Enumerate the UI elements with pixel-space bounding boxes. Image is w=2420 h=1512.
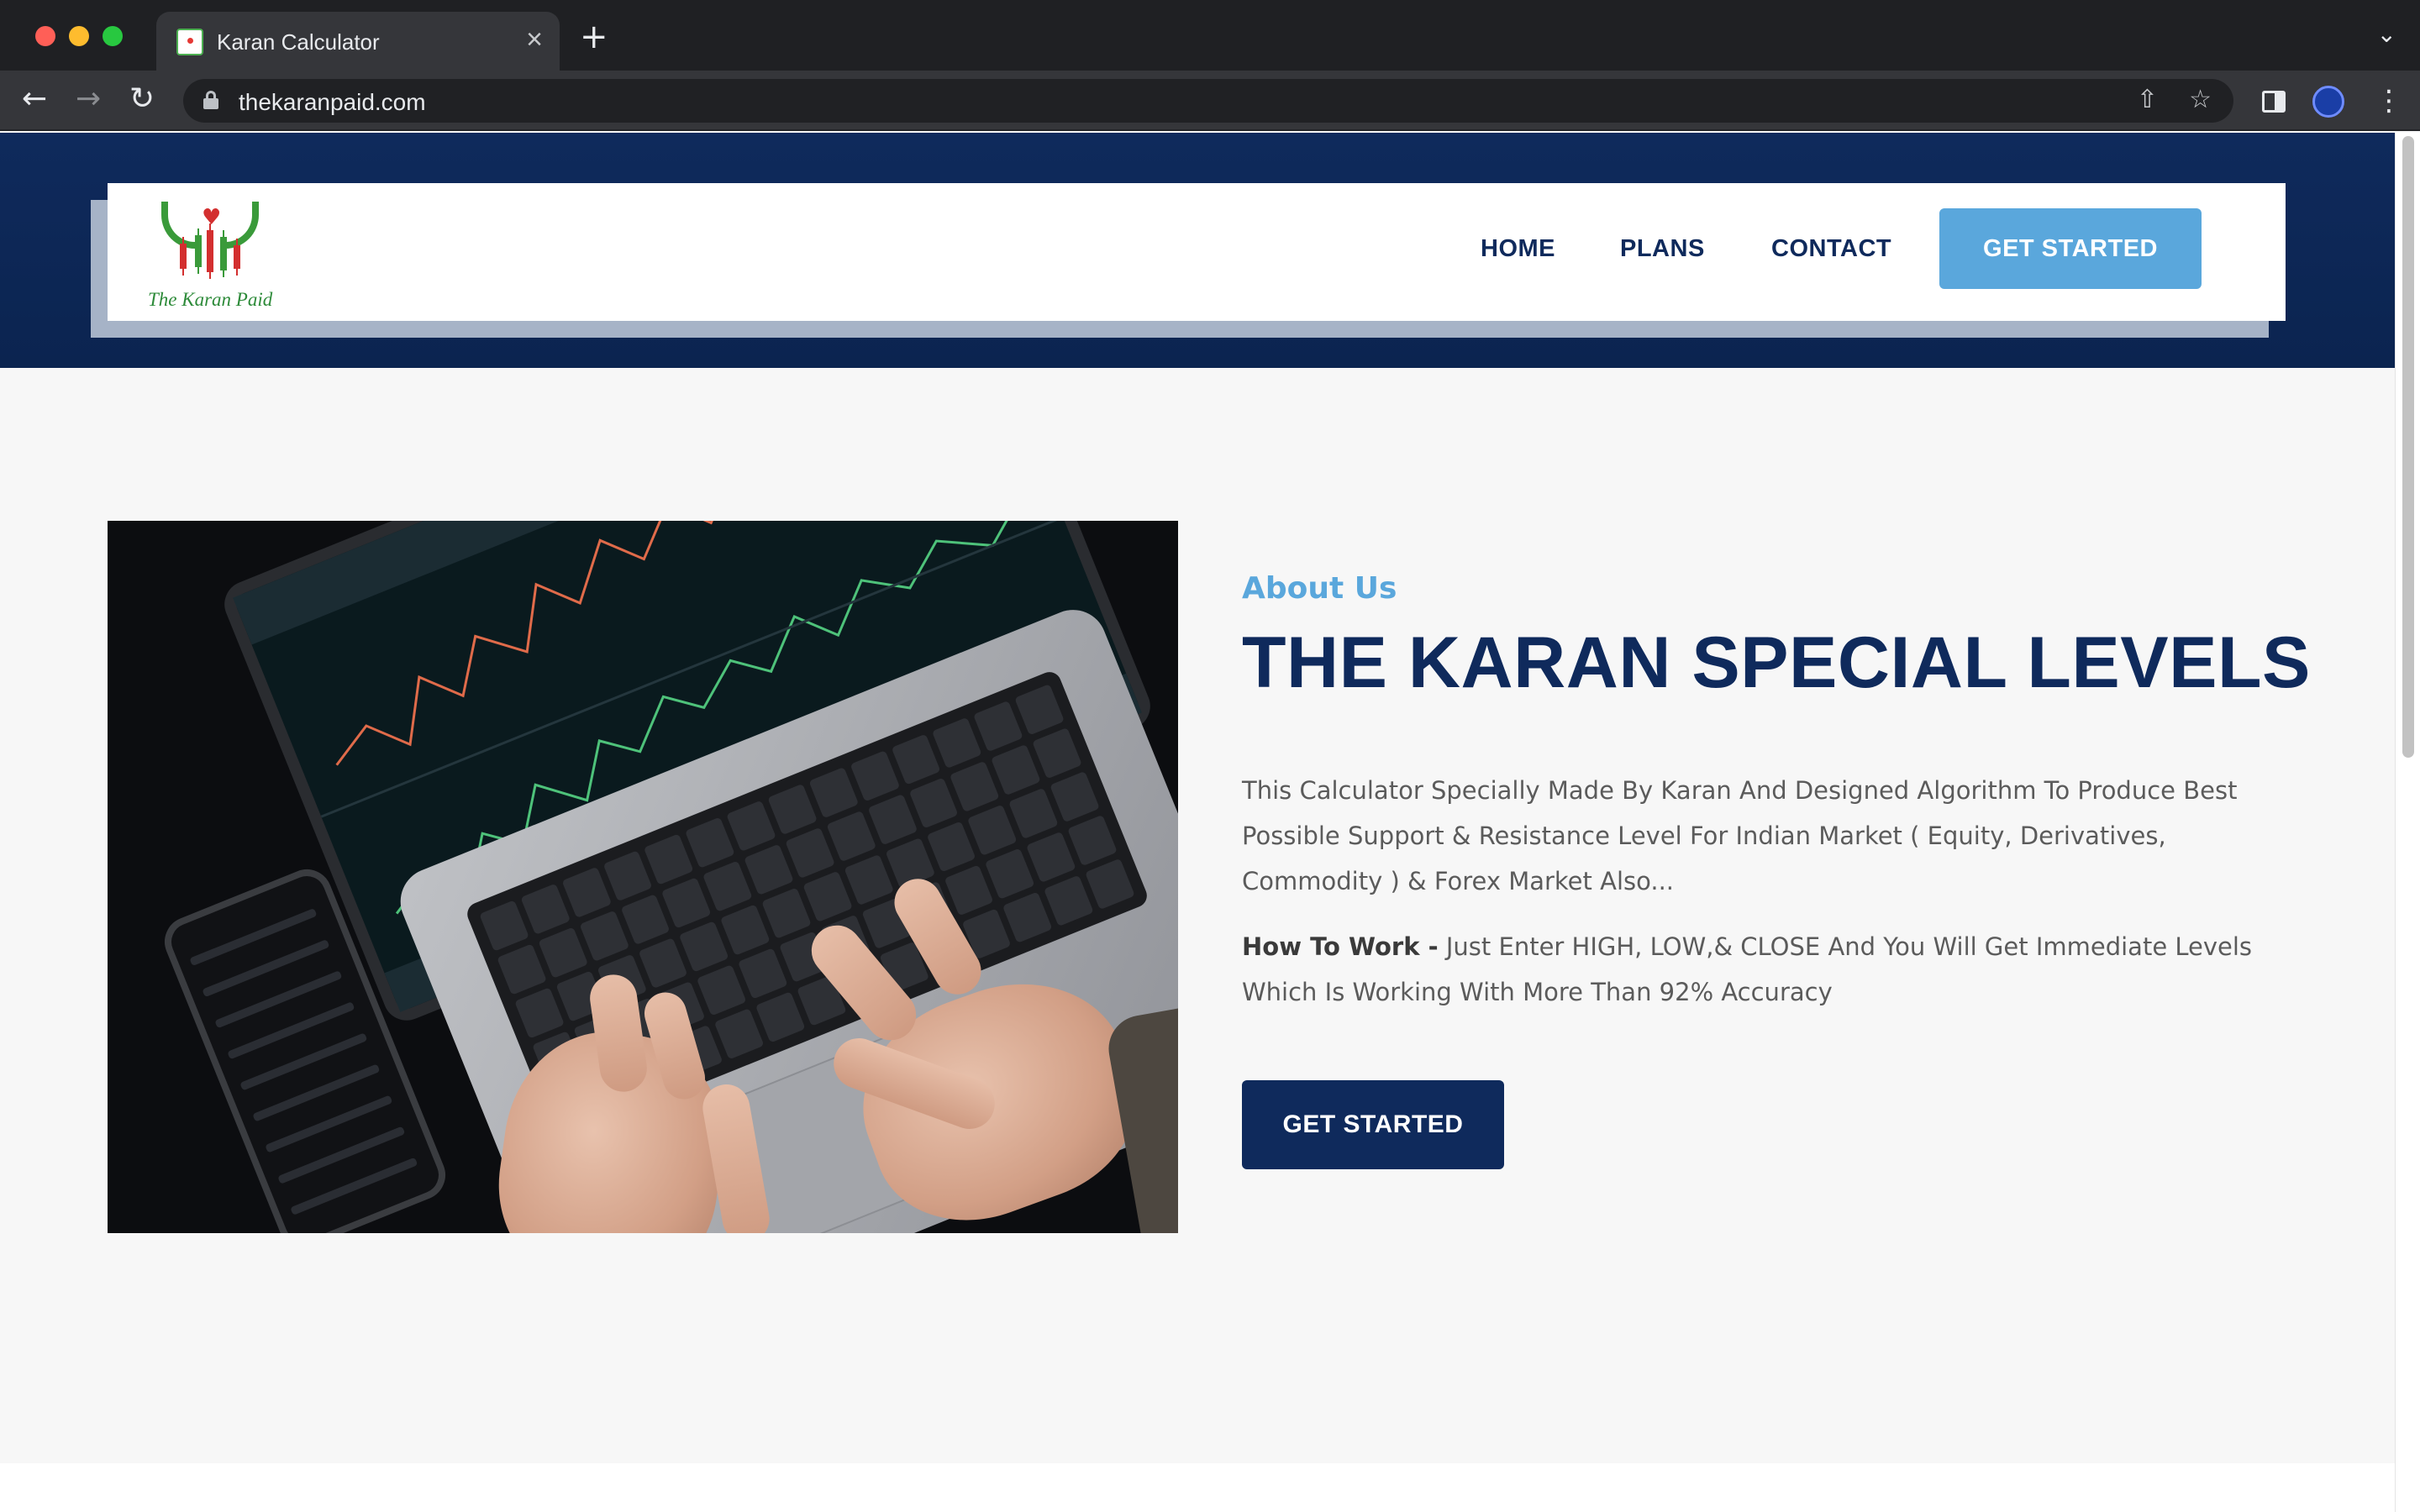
address-bar[interactable]: thekaranpaid.com ⇧ ☆ <box>183 79 2233 123</box>
next-section-edge <box>0 1463 2395 1512</box>
browser-tabstrip: Karan Calculator × + ⌄ <box>0 0 2420 71</box>
reload-icon[interactable]: ↻ <box>129 84 155 114</box>
favicon-icon <box>176 29 203 55</box>
logo-candle-icon <box>180 237 187 276</box>
nav-link-contact[interactable]: CONTACT <box>1771 235 1891 263</box>
browser-menu-icon[interactable]: ⋮ <box>2375 84 2403 118</box>
about-kicker: About Us <box>1242 571 1397 606</box>
scrollbar-thumb[interactable] <box>2402 136 2414 758</box>
logo-candle-icon <box>207 223 213 279</box>
logo-right-horn <box>225 202 259 249</box>
heart-icon: ♥ <box>202 205 222 230</box>
logo-candle-icon <box>234 239 240 276</box>
tab-search-chevron-icon[interactable]: ⌄ <box>2377 20 2396 48</box>
url-text[interactable]: thekaranpaid.com <box>239 89 426 116</box>
header-get-started-button[interactable]: GET STARTED <box>1939 208 2202 289</box>
page-viewport: ♥ The Karan Paid HOME PLANS CONTACT GET … <box>0 133 2420 1512</box>
share-icon[interactable]: ⇧ <box>2137 87 2158 113</box>
close-tab-icon[interactable]: × <box>526 25 543 54</box>
profile-avatar-icon[interactable] <box>2312 86 2344 118</box>
logo-wordmark: The Karan Paid <box>148 289 273 310</box>
logo-left-horn <box>161 202 195 249</box>
lock-icon[interactable] <box>203 91 218 109</box>
bookmark-star-icon[interactable]: ☆ <box>2189 87 2212 113</box>
about-description: This Calculator Specially Made By Karan … <box>1242 776 2238 895</box>
page-scrollbar[interactable] <box>2395 133 2420 1512</box>
close-window-button[interactable] <box>35 26 55 46</box>
site-navbar: ♥ The Karan Paid HOME PLANS CONTACT GET … <box>108 183 2286 321</box>
about-get-started-button[interactable]: GET STARTED <box>1242 1080 1504 1169</box>
logo-candle-icon <box>220 230 227 277</box>
side-panel-icon[interactable] <box>2262 91 2286 113</box>
tab-title: Karan Calculator <box>217 29 380 55</box>
nav-link-plans[interactable]: PLANS <box>1620 235 1705 263</box>
nav-link-home[interactable]: HOME <box>1481 235 1555 263</box>
minimize-window-button[interactable] <box>69 26 89 46</box>
logo-candle-icon <box>195 228 202 274</box>
site-logo[interactable]: ♥ The Karan Paid <box>148 197 272 311</box>
about-hero-image <box>108 521 1178 1233</box>
zoom-window-button[interactable] <box>103 26 123 46</box>
browser-toolbar: ← → ↻ thekaranpaid.com ⇧ ☆ ⋮ <box>0 71 2420 131</box>
about-headline: THE KARAN SPECIAL LEVELS <box>1242 622 2311 703</box>
forward-arrow-icon[interactable]: → <box>76 84 101 114</box>
back-arrow-icon[interactable]: ← <box>22 84 47 114</box>
how-to-work-label: How To Work - <box>1242 932 1439 961</box>
new-tab-icon[interactable]: + <box>580 20 608 54</box>
how-to-work-text: How To Work - Just Enter HIGH, LOW,& CLO… <box>1242 924 2292 1015</box>
browser-tab-active[interactable]: Karan Calculator × <box>156 12 560 71</box>
